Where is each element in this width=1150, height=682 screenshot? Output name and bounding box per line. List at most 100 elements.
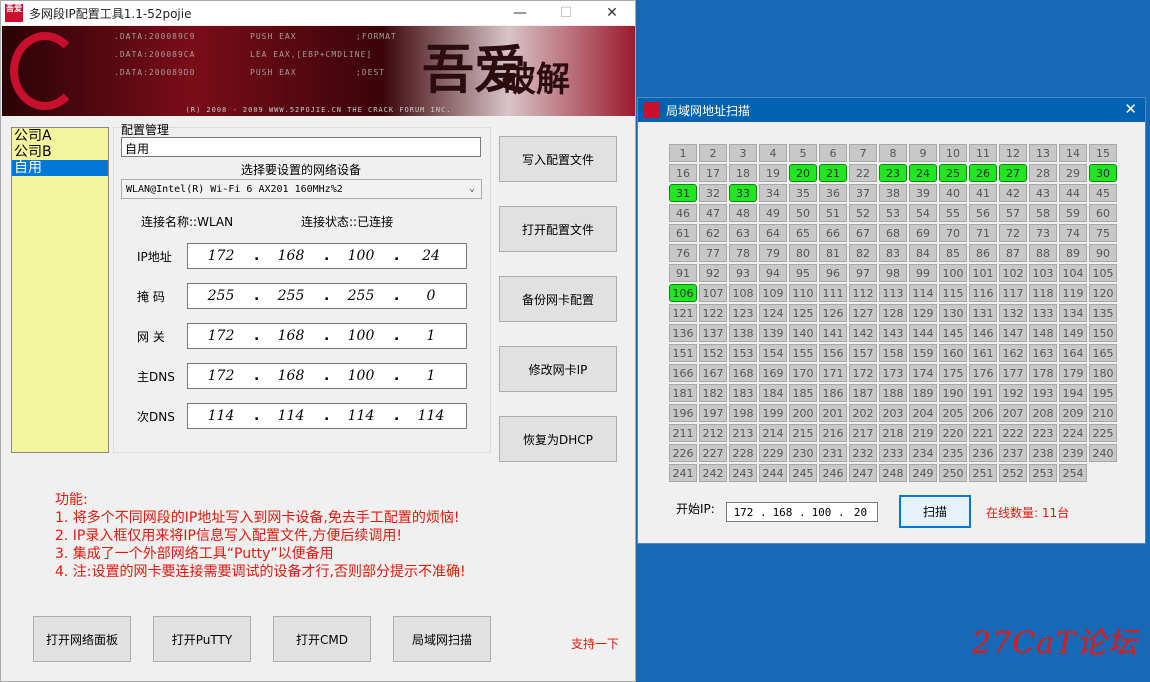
ip-cell[interactable]: 52 xyxy=(849,204,877,222)
ip-cell[interactable]: 111 xyxy=(819,284,847,302)
ip-cell[interactable]: 184 xyxy=(759,384,787,402)
start-ip-octet[interactable]: 20 xyxy=(844,506,877,519)
ip-cell[interactable]: 164 xyxy=(1059,344,1087,362)
ip-cell[interactable]: 223 xyxy=(1029,424,1057,442)
ip-cell[interactable]: 240 xyxy=(1089,444,1117,462)
ip-cell[interactable]: 145 xyxy=(939,324,967,342)
ip-cell[interactable]: 210 xyxy=(1089,404,1117,422)
ip-cell[interactable]: 151 xyxy=(669,344,697,362)
ip-cell-online[interactable]: 26 xyxy=(969,164,997,182)
ip-cell[interactable]: 136 xyxy=(669,324,697,342)
ip-cell[interactable]: 161 xyxy=(969,344,997,362)
scan-button[interactable]: 扫描 xyxy=(899,495,971,528)
ip-cell[interactable]: 121 xyxy=(669,304,697,322)
ip-octet[interactable]: 100 xyxy=(328,248,394,264)
ip-cell[interactable]: 129 xyxy=(909,304,937,322)
ip-cell[interactable]: 114 xyxy=(909,284,937,302)
ip-cell[interactable]: 252 xyxy=(999,464,1027,482)
ip-cell[interactable]: 174 xyxy=(909,364,937,382)
ip-cell[interactable]: 108 xyxy=(729,284,757,302)
ip-cell[interactable]: 62 xyxy=(699,224,727,242)
ip-cell[interactable]: 193 xyxy=(1029,384,1057,402)
ip-cell[interactable]: 6 xyxy=(819,144,847,162)
ip-octet[interactable]: 24 xyxy=(398,248,464,264)
ip-cell[interactable]: 253 xyxy=(1029,464,1057,482)
ip-cell[interactable]: 237 xyxy=(999,444,1027,462)
ip-cell[interactable]: 84 xyxy=(909,244,937,262)
ip-cell-online[interactable]: 33 xyxy=(729,184,757,202)
ip-cell[interactable]: 181 xyxy=(669,384,697,402)
profile-item-selected[interactable]: 自用 xyxy=(12,160,108,176)
ip-cell[interactable]: 32 xyxy=(699,184,727,202)
ip-cell[interactable]: 194 xyxy=(1059,384,1087,402)
ip-cell-online[interactable]: 31 xyxy=(669,184,697,202)
secondary-dns-input[interactable]: 114. 114. 114. 114 xyxy=(187,403,467,429)
ip-cell-online[interactable]: 30 xyxy=(1089,164,1117,182)
ip-cell[interactable]: 165 xyxy=(1089,344,1117,362)
ip-cell[interactable]: 19 xyxy=(759,164,787,182)
ip-cell[interactable]: 91 xyxy=(669,264,697,282)
ip-cell[interactable]: 135 xyxy=(1089,304,1117,322)
ip-cell[interactable]: 8 xyxy=(879,144,907,162)
ip-cell[interactable]: 90 xyxy=(1089,244,1117,262)
ip-cell[interactable]: 187 xyxy=(849,384,877,402)
ip-cell[interactable]: 7 xyxy=(849,144,877,162)
close-button[interactable]: ✕ xyxy=(589,1,635,25)
ip-cell[interactable]: 113 xyxy=(879,284,907,302)
profile-list[interactable]: 公司A 公司B 自用 xyxy=(11,127,109,453)
start-ip-input[interactable]: 172. 168. 100. 20 xyxy=(726,502,878,522)
ip-cell-online[interactable]: 20 xyxy=(789,164,817,182)
ip-cell[interactable]: 178 xyxy=(1029,364,1057,382)
ip-cell[interactable]: 70 xyxy=(939,224,967,242)
ip-cell[interactable]: 236 xyxy=(969,444,997,462)
ip-cell[interactable]: 59 xyxy=(1059,204,1087,222)
ip-cell[interactable]: 208 xyxy=(1029,404,1057,422)
ip-cell[interactable]: 176 xyxy=(969,364,997,382)
ip-cell[interactable]: 244 xyxy=(759,464,787,482)
ip-cell[interactable]: 2 xyxy=(699,144,727,162)
ip-cell[interactable]: 29 xyxy=(1059,164,1087,182)
ip-cell[interactable]: 4 xyxy=(759,144,787,162)
mask-octet[interactable]: 0 xyxy=(398,288,464,304)
ip-cell[interactable]: 203 xyxy=(879,404,907,422)
ip-cell[interactable]: 229 xyxy=(759,444,787,462)
ip-cell[interactable]: 209 xyxy=(1059,404,1087,422)
ip-cell[interactable]: 206 xyxy=(969,404,997,422)
write-config-button[interactable]: 写入配置文件 xyxy=(499,136,617,182)
ip-cell[interactable]: 18 xyxy=(729,164,757,182)
ip-cell[interactable]: 93 xyxy=(729,264,757,282)
ip-cell[interactable]: 217 xyxy=(849,424,877,442)
ip-cell[interactable]: 99 xyxy=(909,264,937,282)
ip-cell[interactable]: 225 xyxy=(1089,424,1117,442)
ip-octet[interactable]: 168 xyxy=(258,248,324,264)
ip-cell[interactable]: 171 xyxy=(819,364,847,382)
ip-cell[interactable]: 167 xyxy=(699,364,727,382)
ip-cell[interactable]: 22 xyxy=(849,164,877,182)
modify-nic-ip-button[interactable]: 修改网卡IP xyxy=(499,346,617,392)
ip-cell[interactable]: 76 xyxy=(669,244,697,262)
ip-cell[interactable]: 233 xyxy=(879,444,907,462)
start-ip-octet[interactable]: 168 xyxy=(766,506,799,519)
restore-dhcp-button[interactable]: 恢复为DHCP xyxy=(499,416,617,462)
ip-cell[interactable]: 234 xyxy=(909,444,937,462)
ip-cell[interactable]: 189 xyxy=(909,384,937,402)
ip-cell-online[interactable]: 106 xyxy=(669,284,697,302)
ip-cell[interactable]: 118 xyxy=(1029,284,1057,302)
ip-cell[interactable]: 199 xyxy=(759,404,787,422)
ip-cell[interactable]: 56 xyxy=(969,204,997,222)
ip-cell[interactable]: 163 xyxy=(1029,344,1057,362)
ip-cell[interactable]: 192 xyxy=(999,384,1027,402)
ip-cell[interactable]: 156 xyxy=(819,344,847,362)
ip-cell[interactable]: 44 xyxy=(1059,184,1087,202)
device-select[interactable]: WLAN@Intel(R) Wi-Fi 6 AX201 160MHz%2 ⌄ xyxy=(121,179,482,199)
ip-cell[interactable]: 249 xyxy=(909,464,937,482)
ip-cell[interactable]: 138 xyxy=(729,324,757,342)
ip-cell[interactable]: 230 xyxy=(789,444,817,462)
ip-cell[interactable]: 248 xyxy=(879,464,907,482)
backup-nic-config-button[interactable]: 备份网卡配置 xyxy=(499,276,617,322)
dns2-octet[interactable]: 114 xyxy=(188,408,254,424)
ip-cell[interactable]: 214 xyxy=(759,424,787,442)
ip-cell[interactable]: 89 xyxy=(1059,244,1087,262)
ip-cell[interactable]: 14 xyxy=(1059,144,1087,162)
ip-cell[interactable]: 213 xyxy=(729,424,757,442)
